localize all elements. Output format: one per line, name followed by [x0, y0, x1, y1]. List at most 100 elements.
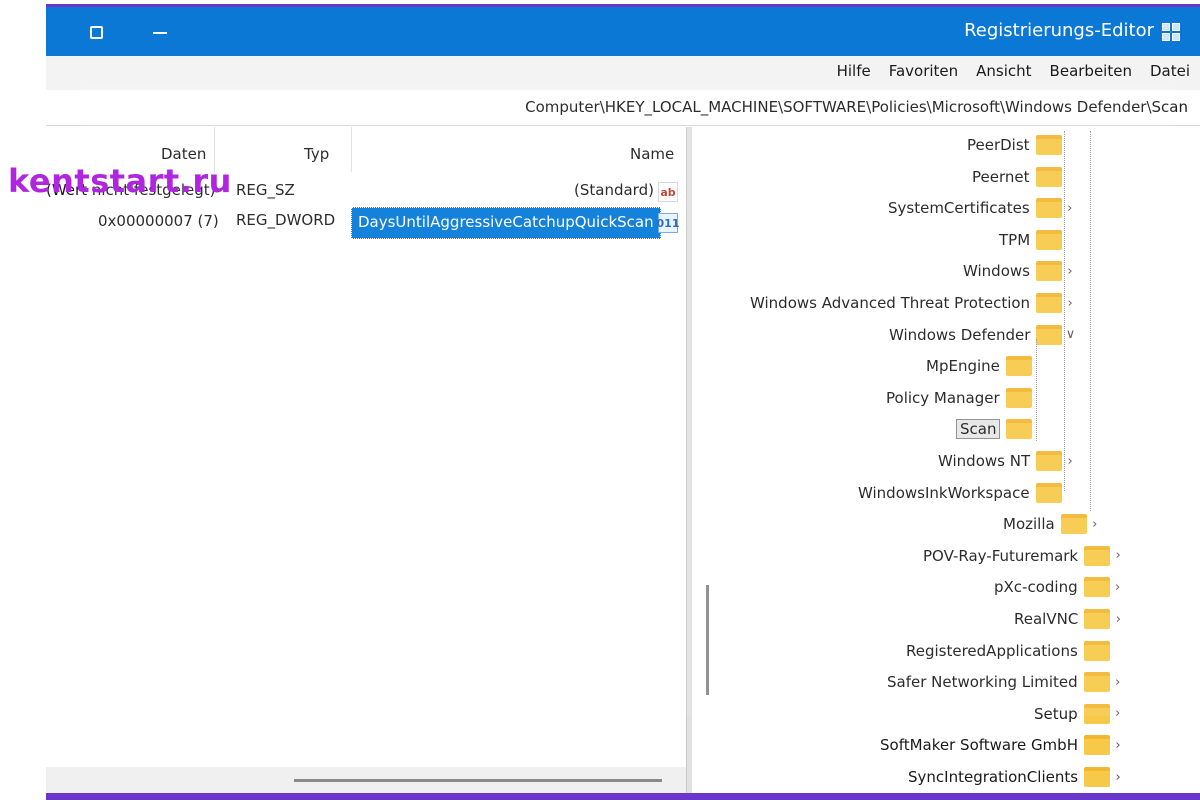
tree-item[interactable]: WindowsInkWorkspace	[858, 479, 1078, 507]
tree-item-label: MpEngine	[926, 357, 1000, 376]
folder-icon	[1036, 324, 1063, 345]
tree-item[interactable]: Scan	[956, 415, 1048, 443]
folder-icon	[1036, 229, 1063, 250]
tree-item[interactable]: pXc-coding ›	[994, 573, 1126, 601]
tree-item[interactable]: Safer Networking Limited ›	[887, 668, 1126, 696]
tree-item[interactable]: Windows Defender ∨	[889, 321, 1078, 349]
folder-icon	[1083, 577, 1110, 598]
title-bar[interactable]: Registrierungs-Editor	[46, 4, 1200, 56]
tree-item-label: Scan	[956, 419, 1001, 440]
value-type: REG_DWORD	[236, 211, 336, 229]
chevron-right-icon[interactable]: ›	[1110, 706, 1126, 721]
value-data: 0x00000007 (7)	[98, 212, 219, 230]
address-path[interactable]: Computer\HKEY_LOCAL_MACHINE\SOFTWARE\Pol…	[525, 98, 1188, 116]
window-title: Registrierungs-Editor	[964, 20, 1154, 41]
folder-icon	[1084, 545, 1111, 566]
tree-item-label: PeerDist	[967, 136, 1030, 154]
value-name-selected[interactable]: DaysUntilAggressiveCatchupQuickScan	[351, 207, 661, 239]
menu-item-bearbeiten[interactable]: Bearbeiten	[1050, 62, 1132, 80]
chevron-right-icon[interactable]: ›	[1087, 517, 1103, 532]
string-value-icon: ab	[658, 182, 678, 202]
folder-icon	[1083, 640, 1110, 661]
tree-item[interactable]: Windows ›	[963, 257, 1078, 285]
chevron-right-icon[interactable]: ›	[1110, 612, 1126, 627]
vertical-scrollbar[interactable]	[706, 585, 709, 695]
tree-item[interactable]: Policy Manager	[886, 384, 1048, 412]
chevron-right-icon[interactable]: ›	[1110, 580, 1126, 595]
tree-item[interactable]: POV-Ray-Futuremark ›	[923, 542, 1126, 570]
folder-icon	[1083, 703, 1110, 724]
tree-item-label: POV-Ray-Futuremark	[923, 546, 1079, 565]
menu-item-datei[interactable]: Datei	[1150, 62, 1190, 80]
folder-icon	[1035, 166, 1062, 187]
minimize-button[interactable]	[146, 19, 174, 45]
tree-item-label: Mozilla	[1003, 515, 1055, 534]
folder-icon	[1035, 261, 1062, 282]
tree-item-label: pXc-coding	[994, 578, 1078, 597]
chevron-right-icon[interactable]: ›	[1110, 770, 1126, 785]
folder-icon	[1084, 609, 1111, 629]
tree-guide-line	[1064, 131, 1065, 491]
tree-item[interactable]: MpEngine	[926, 352, 1048, 380]
menu-bar: Hilfe Favoriten Ansicht Bearbeiten Datei	[46, 56, 1200, 90]
column-header-name[interactable]: Name	[630, 145, 674, 163]
restore-button[interactable]	[82, 19, 110, 45]
tree-item[interactable]: SoftMaker Software GmbH ›	[880, 731, 1126, 759]
watermark-text: kentstart.ru	[8, 162, 232, 200]
folder-icon	[1036, 293, 1063, 313]
restore-icon	[89, 25, 103, 39]
tree-item-label: Policy Manager	[886, 388, 1000, 407]
tree-item[interactable]: Mozilla ›	[1003, 510, 1103, 538]
folder-icon	[1083, 672, 1110, 693]
scroll-thumb[interactable]	[294, 779, 662, 782]
column-header-data[interactable]: Daten	[161, 145, 206, 163]
folder-icon	[1035, 482, 1062, 503]
menu-item-hilfe[interactable]: Hilfe	[837, 62, 871, 80]
registry-app-icon	[1162, 23, 1180, 41]
tree-item[interactable]: TPM	[999, 226, 1078, 254]
registry-editor-window: Registrierungs-Editor Hilfe Favoriten An…	[0, 0, 1200, 800]
tree-item[interactable]: SystemCertificates ›	[888, 194, 1078, 222]
tree-item[interactable]: Windows Advanced Threat Protection ›	[750, 289, 1078, 317]
chevron-right-icon[interactable]: ›	[1110, 548, 1126, 563]
tree-item-label: TPM	[999, 230, 1031, 249]
tree-item-label: SoftMaker Software GmbH	[880, 736, 1078, 755]
value-row-days-until-scan[interactable]: 0x00000007 (7) REG_DWORD DaysUntilAggres…	[46, 207, 688, 239]
folder-icon	[1005, 387, 1032, 408]
tree-item-label: SystemCertificates	[888, 199, 1030, 218]
tree-item-label: WindowsInkWorkspace	[858, 483, 1030, 502]
tree-item-label: RealVNC	[1014, 610, 1079, 628]
menu-item-ansicht[interactable]: Ansicht	[976, 62, 1031, 80]
left-margin	[0, 0, 46, 800]
menu-item-favoriten[interactable]: Favoriten	[889, 62, 958, 80]
value-name: (Standard)	[574, 181, 654, 199]
folder-icon	[1083, 735, 1110, 756]
tree-item[interactable]: RealVNC ›	[1014, 605, 1126, 633]
values-pane[interactable]: Daten Typ Name (Wert nicht festgelegt) R…	[46, 127, 688, 767]
folder-icon	[1060, 514, 1087, 535]
column-divider[interactable]	[351, 127, 352, 172]
tree-item-label: Windows Defender	[889, 325, 1031, 344]
column-header-type[interactable]: Typ	[304, 145, 329, 163]
tree-item[interactable]: Setup ›	[1034, 700, 1126, 728]
folder-icon	[1035, 198, 1062, 219]
chevron-right-icon[interactable]: ›	[1110, 738, 1126, 753]
tree-item-label: Peernet	[972, 167, 1030, 186]
folder-icon	[1036, 451, 1063, 471]
horizontal-scrollbar[interactable]	[46, 767, 688, 793]
tree-item[interactable]: Windows NT ›	[938, 447, 1078, 475]
tree-item[interactable]: PeerDist	[967, 131, 1078, 159]
folder-icon	[1035, 135, 1062, 155]
tree-item[interactable]: SyncIntegrationClients ›	[908, 763, 1126, 791]
registry-tree[interactable]: PeerDist Peernet SystemCertificates › TPM Win…	[692, 127, 1200, 800]
folder-icon	[1006, 419, 1033, 440]
value-type: REG_SZ	[236, 181, 295, 199]
tree-item-label: RegisteredApplications	[906, 641, 1078, 660]
tree-item[interactable]: Peernet	[972, 163, 1078, 191]
tree-item[interactable]: RegisteredApplications	[906, 637, 1126, 665]
tree-item-label: Windows Advanced Threat Protection	[750, 294, 1031, 312]
chevron-right-icon[interactable]: ›	[1110, 675, 1126, 690]
bottom-border	[46, 793, 1200, 800]
tree-item-label: Safer Networking Limited	[887, 673, 1078, 692]
address-bar[interactable]: Computer\HKEY_LOCAL_MACHINE\SOFTWARE\Pol…	[46, 90, 1200, 126]
